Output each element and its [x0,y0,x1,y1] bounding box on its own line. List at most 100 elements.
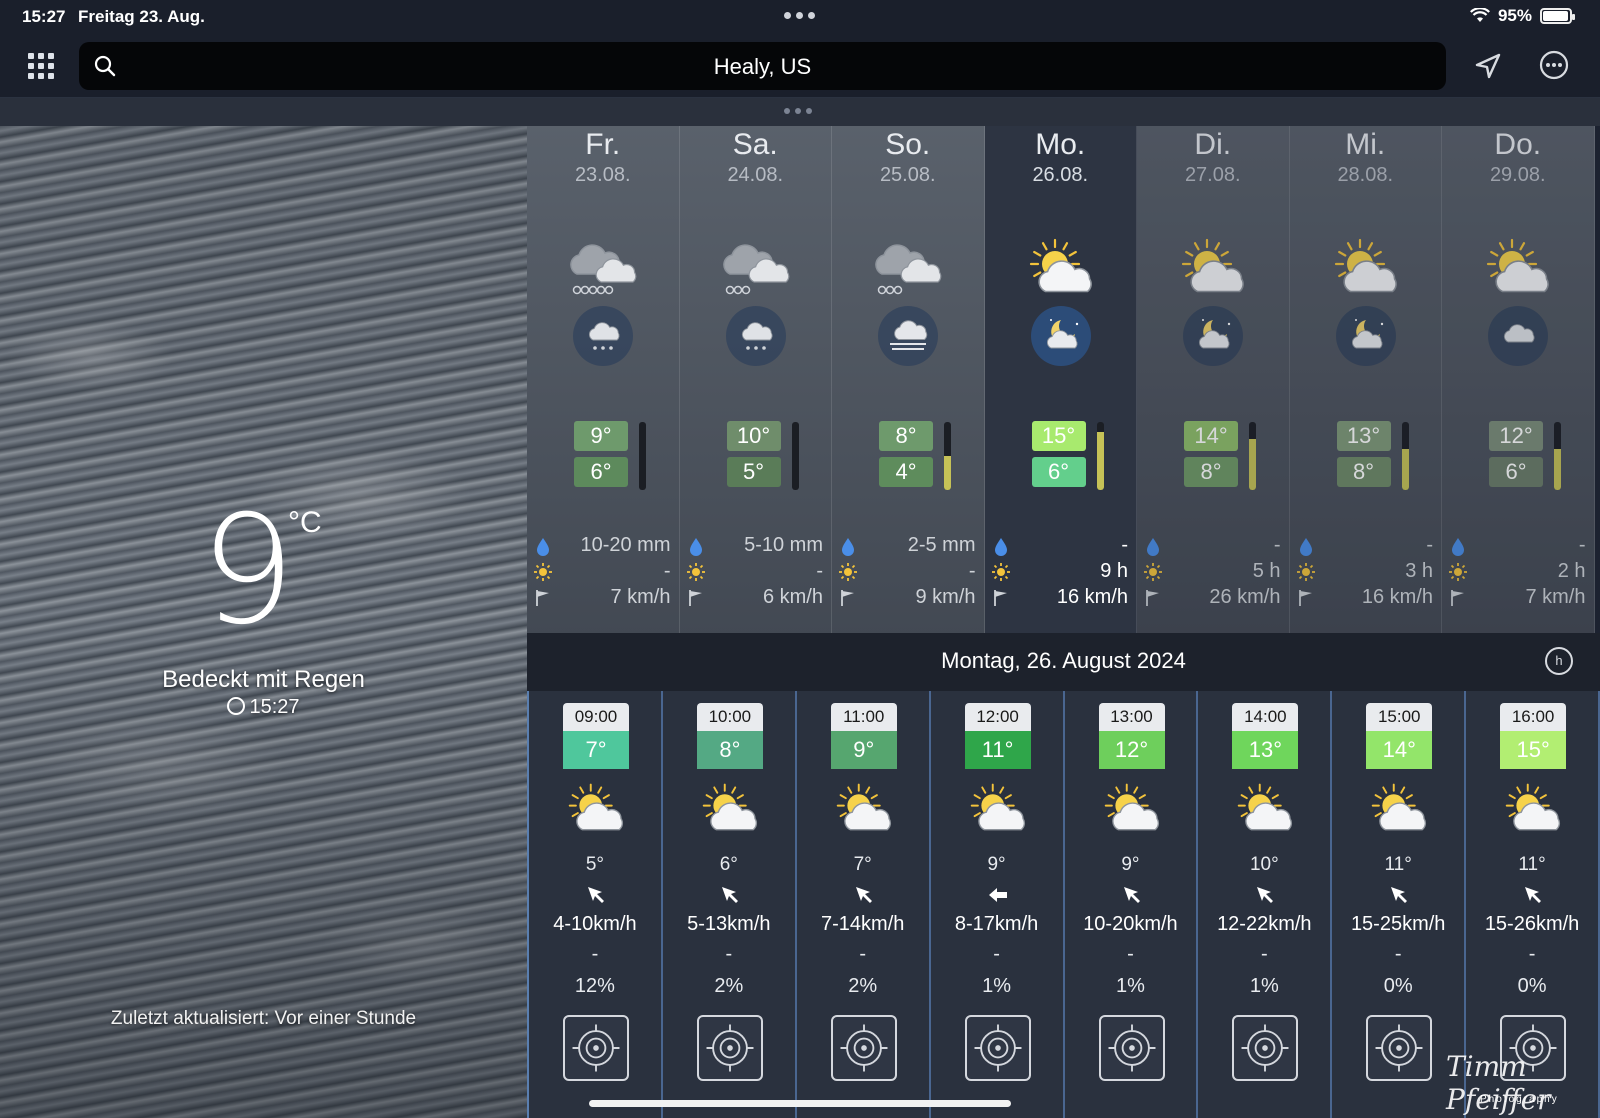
day-high-temp: 12° [1489,421,1543,451]
wind-row: 6 km/h [686,586,823,609]
daily-forecast: Fr. 23.08. 9° 6° 10-20 mm - 7 km/h Sa. 2… [527,126,1600,633]
hours-toggle-button[interactable]: h [1545,647,1573,675]
hour-time: 13:00 [1098,703,1165,731]
wind-flag-icon [838,588,858,608]
radar-icon[interactable] [1098,1015,1165,1081]
day-high-temp: 9° [574,421,628,451]
sun-row: - [533,560,671,583]
current-temperature: 9 [200,484,296,658]
day-column-5[interactable]: Di. 27.08. 14° 8° - 5 h 26 km/h [1137,126,1290,633]
day-high-temp: 13° [1336,421,1391,451]
hour-time: 15:00 [1366,703,1433,731]
apps-grid-icon[interactable] [28,53,54,79]
sun-hours: - [816,560,823,582]
sunshine-bar [944,422,951,490]
search-field[interactable]: Healy, US [79,42,1446,90]
raindrop-icon [686,536,706,556]
day-name: So. [885,128,931,161]
selected-date-header: Montag, 26. August 2024 h [527,633,1600,691]
sunshine-bar [1249,422,1256,490]
hour-column-3[interactable]: 11:00 9° 7° 7-14km/h - 2% [797,691,931,1118]
sun-icon [1296,562,1316,582]
status-date: Freitag 23. Aug. [78,7,205,26]
drag-handle-icon[interactable] [784,108,812,114]
hour-column-4[interactable]: 12:00 11° 9° 8-17km/h - 1% [931,691,1065,1118]
day-high-temp: 15° [1031,421,1086,451]
wind-arrow-icon [855,887,872,903]
hour-temp: 7° [563,731,629,769]
hour-temp: 9° [830,731,897,769]
sunshine-bar [1554,422,1561,490]
hour-wind: 8-17km/h [954,913,1039,935]
radar-icon[interactable] [1232,1015,1299,1081]
radar-icon[interactable] [696,1015,763,1081]
precip-row: - [1448,534,1586,557]
wind-flag-icon [991,588,1011,608]
radar-icon[interactable] [563,1015,629,1081]
day-low-temp: 5° [726,457,781,487]
hour-feels-like: 9° [987,854,1006,875]
raindrop-icon [1448,536,1468,556]
night-cloud-rain-icon [725,306,786,366]
day-column-7[interactable]: Do. 29.08. 12° 6° - 2 h 7 km/h [1442,126,1595,633]
wind-row: 16 km/h [1296,586,1433,609]
wind-value: 6 km/h [762,586,823,608]
location-arrow-icon[interactable] [1472,50,1504,82]
hour-column-6[interactable]: 14:00 13° 10° 12-22km/h - 1% [1198,691,1333,1118]
more-options-icon[interactable] [1538,49,1570,81]
day-low-temp: 6° [574,457,628,487]
hour-rain: - [859,943,867,965]
wind-flag-icon [533,588,553,608]
day-column-2[interactable]: Sa. 24.08. 10° 5° 5-10 mm - 6 km/h [679,126,832,633]
sunshine-bar [639,422,646,490]
day-name: Di. [1194,128,1232,161]
sun-icon [1143,562,1163,582]
multitasking-dots-icon[interactable] [784,12,815,19]
day-date: 26.08. [1032,164,1089,186]
moon-cloud-icon [1335,306,1396,366]
hour-column-1[interactable]: 09:00 7° 5° 4-10km/h - 12% [529,691,663,1118]
watermark-sub: Photography [1480,1094,1559,1105]
sun-hours: 5 h [1252,560,1281,582]
hour-feels-like: 9° [1121,854,1140,875]
day-column-6[interactable]: Mi. 28.08. 13° 8° - 3 h 16 km/h [1289,126,1442,633]
home-indicator[interactable] [589,1100,1011,1107]
radar-icon[interactable] [1366,1015,1433,1081]
wind-row: 9 km/h [838,586,976,609]
day-column-3[interactable]: So. 25.08. 8° 4° 2-5 mm - 9 km/h [832,126,985,633]
location-name: Healy, US [713,54,812,79]
day-date: 29.08. [1489,164,1546,186]
cloud-rain-icon [722,244,789,295]
sun-hours: 2 h [1557,560,1586,582]
hour-rain-probability: 1% [982,975,1012,997]
day-name: Fr. [585,128,621,161]
last-updated: Zuletzt aktualisiert: Vor einer Stunde [110,1008,417,1029]
hourly-forecast[interactable]: 09:00 7° 5° 4-10km/h - 12% 10:00 8° 6° 5… [527,691,1600,1118]
sunshine-bar [1096,422,1104,490]
hour-rain-probability: 2% [714,975,744,997]
hour-column-2[interactable]: 10:00 8° 6° 5-13km/h - 2% [663,691,797,1118]
wind-arrow-icon [1525,887,1542,903]
radar-icon[interactable] [964,1015,1031,1081]
hour-wind: 15-25km/h [1350,913,1446,935]
wifi-icon [1469,8,1490,22]
hour-temp: 13° [1232,731,1299,769]
sun-icon [686,562,706,582]
hour-feels-like: 10° [1249,854,1279,875]
day-name: Do. [1494,128,1542,161]
raindrop-icon [533,536,553,556]
day-column-1[interactable]: Fr. 23.08. 9° 6° 10-20 mm - 7 km/h [527,126,680,633]
observation-time: 15:27 [0,696,527,719]
hour-column-5[interactable]: 13:00 12° 9° 10-20km/h - 1% [1065,691,1199,1118]
day-column-4[interactable]: Mo. 26.08. 15° 6° - 9 h 16 km/h [984,126,1137,633]
radar-icon[interactable] [830,1015,897,1081]
moon-cloud-icon [1183,306,1243,366]
hour-feels-like: 5° [585,854,605,875]
wind-row: 16 km/h [991,586,1128,609]
hour-time: 16:00 [1500,703,1567,731]
sun-cloud-icon [1238,783,1293,831]
sun-cloud-icon [1486,238,1549,293]
wind-flag-icon [1143,588,1163,608]
precip-row: - [991,534,1128,557]
wind-value: 7 km/h [610,586,671,608]
